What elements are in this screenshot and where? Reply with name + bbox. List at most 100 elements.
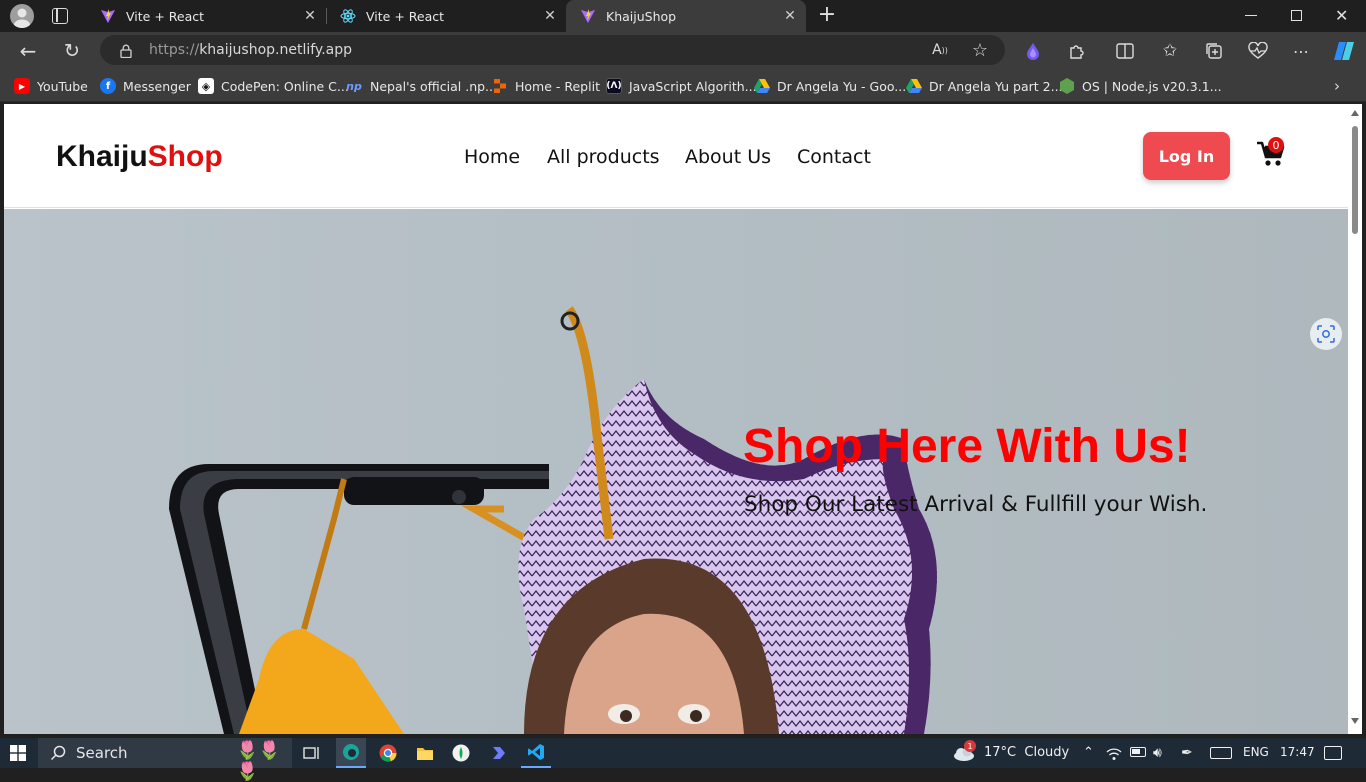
drive-icon: [906, 78, 922, 94]
scroll-up-arrow[interactable]: [1351, 110, 1359, 116]
tab-title: Vite + React: [126, 8, 205, 24]
bookmark-label: YouTube: [37, 78, 88, 94]
bookmark-label: Dr Angela Yu - Goo...: [777, 78, 907, 94]
close-tab-icon[interactable]: ✕: [542, 8, 558, 24]
weather-badge: 1: [964, 740, 976, 752]
extensions-puzzle-icon[interactable]: [1065, 39, 1089, 63]
keyboard-icon[interactable]: [1210, 747, 1232, 759]
close-window-button[interactable]: ✕: [1335, 6, 1348, 25]
refresh-icon[interactable]: ↻: [60, 39, 84, 63]
bookmark-nodejs[interactable]: OS | Node.js v20.3.1...: [1059, 77, 1222, 95]
chevron-right-icon[interactable]: ›: [1334, 77, 1340, 95]
scrollbar-thumb[interactable]: [1352, 126, 1358, 234]
site-logo[interactable]: KhaijuShop: [56, 140, 223, 174]
search-label: Search: [76, 744, 128, 762]
facebook-icon: f: [100, 78, 116, 94]
split-screen-icon[interactable]: [1113, 39, 1137, 63]
copilot-icon[interactable]: [1332, 39, 1356, 63]
nodejs-icon: [1059, 78, 1075, 94]
bookmark-label: Home - Replit: [515, 78, 600, 94]
close-tab-icon[interactable]: ✕: [302, 8, 318, 24]
read-aloud-icon[interactable]: A)): [928, 38, 952, 62]
tab-actions-icon[interactable]: [52, 8, 68, 24]
browser-essentials-icon[interactable]: [1246, 39, 1270, 63]
scroll-down-arrow[interactable]: [1351, 718, 1359, 724]
favorites-icon[interactable]: ✩: [1158, 39, 1182, 63]
chevron-up-icon[interactable]: ⌃: [1083, 745, 1094, 760]
bookmark-label: Dr Angela Yu part 2...: [929, 78, 1063, 94]
restore-button[interactable]: [1291, 10, 1302, 21]
mongodb-compass-icon[interactable]: [452, 744, 470, 766]
bookmarks-bar: ▶ YouTube f Messenger ◈ CodePen: Online …: [0, 70, 1366, 102]
codepen-icon: ◈: [198, 78, 214, 94]
bookmark-replit[interactable]: Home - Replit: [492, 77, 600, 95]
visual-search-icon[interactable]: [1310, 318, 1342, 350]
nav-link-all-products[interactable]: All products: [547, 146, 660, 168]
np-icon: np: [346, 79, 362, 93]
vite-icon: [100, 8, 116, 24]
volume-icon[interactable]: 🔊︎: [1153, 745, 1162, 761]
profile-avatar-icon[interactable]: [10, 4, 34, 28]
back-arrow-icon[interactable]: ←: [16, 39, 40, 63]
windows-start-icon[interactable]: [10, 745, 26, 761]
site-navbar: KhaijuShop Home All products About Us Co…: [4, 104, 1348, 208]
cart-count-badge: 0: [1268, 137, 1284, 153]
bookmark-drive-2[interactable]: Dr Angela Yu part 2...: [906, 77, 1063, 95]
bookmark-youtube[interactable]: ▶ YouTube: [14, 77, 88, 95]
nav-link-about-us[interactable]: About Us: [685, 146, 771, 168]
edge-taskbar-icon[interactable]: [336, 738, 366, 768]
hero-banner: Shop Here With Us! Shop Our Latest Arriv…: [4, 209, 1348, 734]
bookmark-freecodecamp[interactable]: (Λ) JavaScript Algorith...: [606, 77, 757, 95]
browser-tab[interactable]: Vite + React ✕: [326, 0, 566, 32]
clock[interactable]: 17:47: [1280, 745, 1315, 759]
logo-text-shop: Shop: [147, 140, 223, 173]
browser-tab[interactable]: Vite + React ✕: [86, 0, 326, 32]
nav-link-home[interactable]: Home: [464, 146, 520, 168]
search-icon: [50, 745, 66, 761]
task-view-icon[interactable]: [303, 745, 321, 765]
bookmark-codepen[interactable]: ◈ CodePen: Online C...: [198, 77, 349, 95]
notification-icon[interactable]: [1324, 746, 1342, 760]
logo-text-khaiju: Khaiju: [56, 140, 148, 173]
page-scrollbar[interactable]: [1348, 104, 1362, 734]
bookmark-label: Messenger: [123, 78, 191, 94]
nav-link-contact[interactable]: Contact: [797, 146, 871, 168]
hero-title: Shop Here With Us!: [743, 420, 1191, 473]
bookmark-label: Nepal's official .np...: [370, 78, 497, 94]
minimize-button[interactable]: [1245, 15, 1257, 16]
react-icon: [340, 8, 356, 24]
battery-icon[interactable]: [1130, 747, 1146, 757]
copilot-taskbar-icon[interactable]: [490, 744, 508, 766]
copilot-drop-icon[interactable]: [1021, 39, 1045, 63]
lock-icon[interactable]: [120, 43, 132, 59]
vscode-taskbar-icon[interactable]: [521, 738, 551, 768]
language-indicator[interactable]: ENG: [1243, 745, 1269, 759]
freecodecamp-icon: (Λ): [606, 78, 622, 94]
browser-tab-active[interactable]: KhaijuShop ✕: [566, 0, 806, 32]
weather-icon[interactable]: 1: [952, 740, 976, 762]
wifi-icon[interactable]: [1106, 746, 1122, 765]
replit-icon: [492, 78, 508, 94]
bookmark-messenger[interactable]: f Messenger: [100, 77, 191, 95]
new-tab-button[interactable]: +: [816, 4, 838, 26]
bookmark-label: JavaScript Algorith...: [629, 78, 757, 94]
bookmark-np[interactable]: np Nepal's official .np...: [345, 77, 497, 95]
close-tab-icon[interactable]: ✕: [782, 8, 798, 24]
taskbar-search[interactable]: Search 🌷🌷🌷: [38, 738, 292, 782]
chrome-taskbar-icon[interactable]: [379, 744, 397, 766]
collections-icon[interactable]: [1202, 39, 1226, 63]
tulips-icon: 🌷🌷🌷: [236, 740, 281, 782]
url-bar[interactable]: https://khaijushop.netlify.app A)) ☆: [100, 35, 1005, 65]
bookmark-drive-1[interactable]: Dr Angela Yu - Goo...: [754, 77, 906, 95]
pen-icon[interactable]: ✒︎: [1181, 745, 1193, 761]
youtube-icon: ▶: [14, 78, 30, 94]
windows-taskbar: Search 🌷🌷🌷 1 17°C Cloudy ⌃ 🔊︎ ✒︎ ENG 17:…: [0, 738, 1366, 782]
weather-text[interactable]: 17°C Cloudy: [984, 745, 1069, 760]
tab-title: Vite + React: [366, 8, 445, 24]
login-button[interactable]: Log In: [1143, 132, 1230, 180]
bookmark-label: CodePen: Online C...: [221, 78, 349, 94]
file-explorer-icon[interactable]: [416, 745, 434, 765]
url-host: khaijushop.netlify.app: [199, 42, 352, 58]
more-options-icon[interactable]: ⋯: [1289, 39, 1313, 63]
favorite-star-icon[interactable]: ☆: [968, 38, 992, 62]
